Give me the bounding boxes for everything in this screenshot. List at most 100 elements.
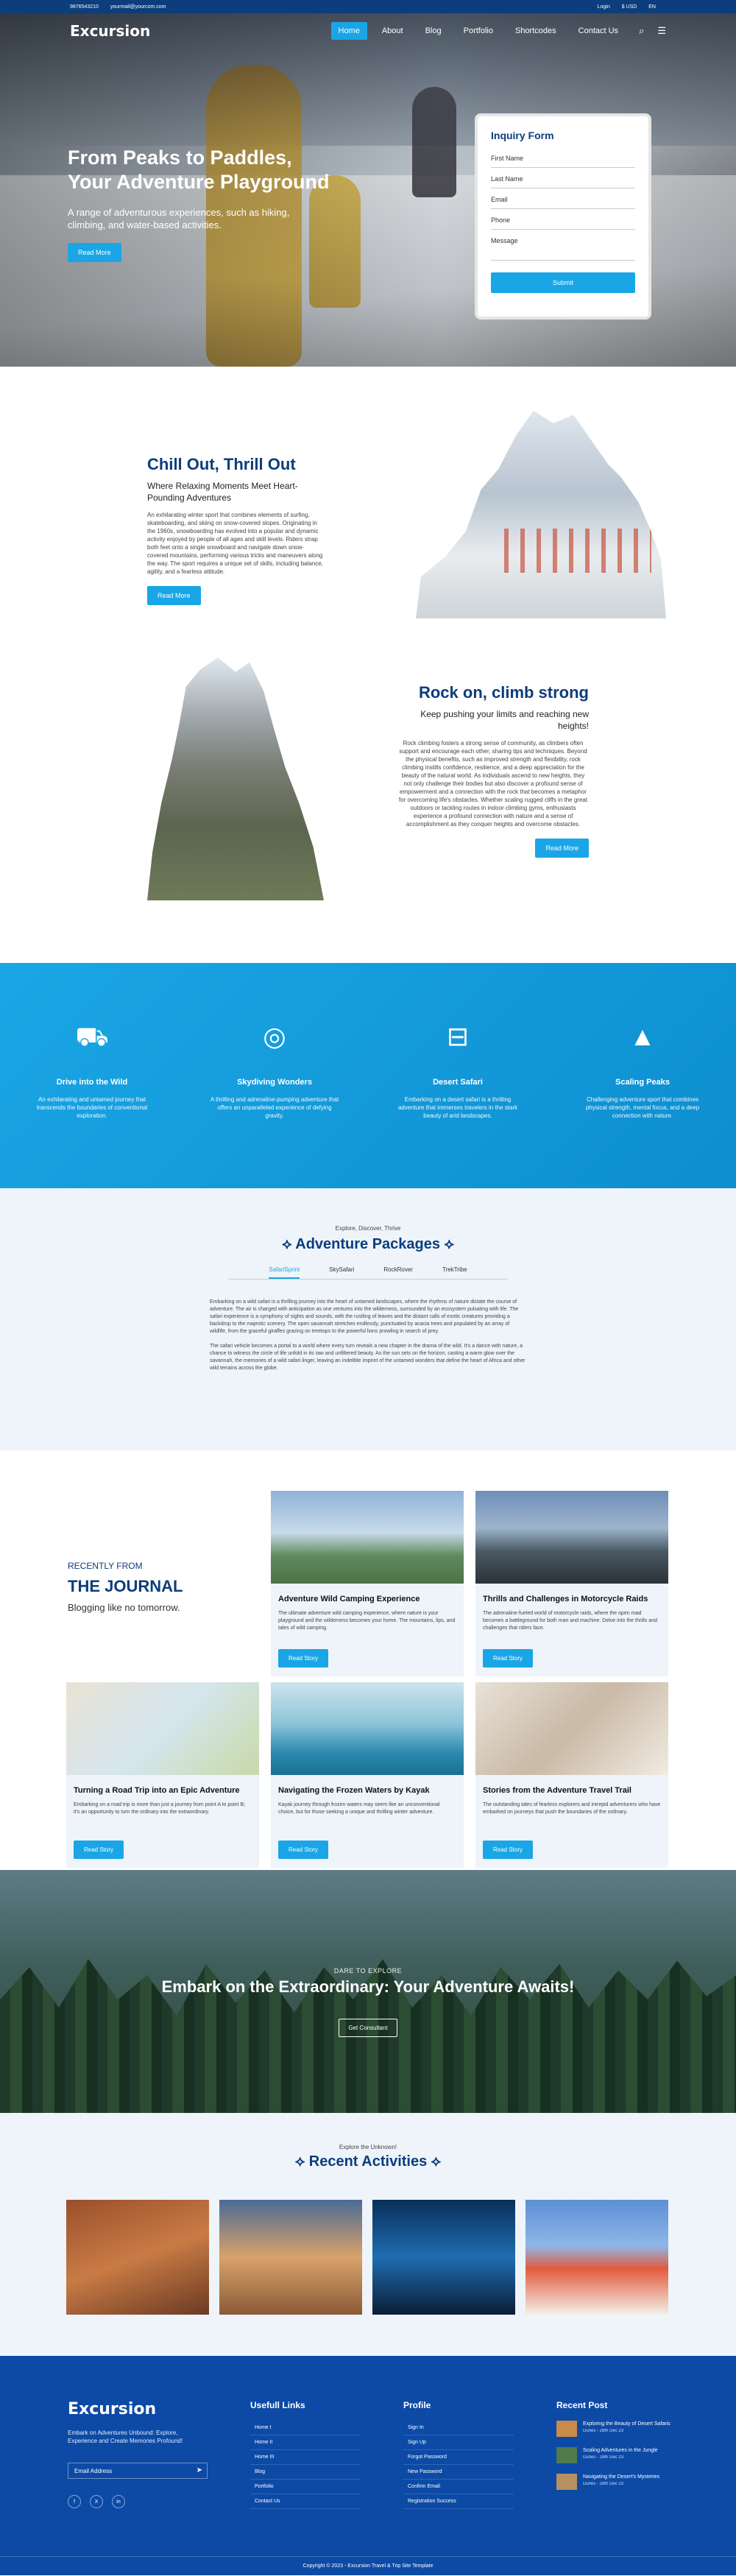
hero-text: A range of adventurous experiences, such… (68, 207, 290, 230)
car-icon: ⊟ (446, 1021, 470, 1051)
footer-about: Embark on Adventures Unbound: Explore, E… (68, 2429, 183, 2444)
footer-link[interactable]: Home III (250, 2450, 361, 2465)
journal: RECENTLY FROM THE JOURNAL Blogging like … (0, 1450, 736, 1870)
feature-drive: ⛟ Drive into the Wild An exhilarating an… (26, 1022, 158, 1120)
footer-link[interactable]: Portfolio (250, 2480, 361, 2494)
journal-card: Turning a Road Trip into an Epic Adventu… (66, 1682, 259, 1868)
tab-rockrover[interactable]: RockRover (383, 1266, 413, 1279)
recent-post[interactable]: Navigating the Desert's Mysteries Dunes -… (556, 2474, 674, 2490)
tab-safarisprint[interactable]: SafariSprint (269, 1266, 300, 1279)
packages-kicker: Explore, Discover, Thrive (335, 1225, 401, 1232)
language-select[interactable]: EN (648, 4, 656, 10)
linkedin-icon[interactable]: in (112, 2495, 125, 2508)
profile-link[interactable]: Registration Success (403, 2494, 514, 2509)
cta-banner: DARE TO EXPLORE Embark on the Extraordin… (0, 1870, 736, 2113)
nav-home[interactable]: Home (330, 22, 367, 40)
road-icon: ⛟ (75, 1021, 109, 1051)
profile-link[interactable]: Confirm Email (403, 2480, 514, 2494)
profile-link[interactable]: Sign In (403, 2421, 514, 2435)
chill-title: Chill Out, Thrill Out (147, 455, 296, 473)
chill-read-more-button[interactable]: Read More (147, 586, 201, 605)
journal-card: Thrills and Challenges in Motorcycle Rai… (475, 1491, 668, 1676)
read-story-button[interactable]: Read Story (483, 1649, 534, 1668)
recent-title: ⟡ Recent Activities ⟡ (295, 2153, 441, 2170)
profile-link[interactable]: Sign Up (403, 2435, 514, 2450)
topbar: 9876543210 yourmail@yourcom.com Login $ … (0, 0, 736, 13)
nav-blog[interactable]: Blog (418, 22, 449, 40)
activity-image[interactable] (219, 2200, 362, 2315)
email-field[interactable]: Email (491, 191, 635, 209)
footer: Excursion Embark on Adventures Unbound: … (0, 2356, 736, 2575)
email-text[interactable]: yourmail@yourcom.com (110, 4, 166, 10)
recent-kicker: Explore the Unknown! (339, 2144, 397, 2150)
read-story-button[interactable]: Read Story (483, 1841, 534, 1859)
footer-logo[interactable]: Excursion (68, 2400, 208, 2418)
first-name-field[interactable]: First Name (491, 150, 635, 168)
footer-link[interactable]: Blog (250, 2465, 361, 2480)
phone-text[interactable]: 9876543210 (70, 4, 99, 10)
nav-contact[interactable]: Contact Us (571, 22, 626, 40)
send-icon[interactable]: ➤ (197, 2466, 202, 2474)
profile-title: Profile (403, 2400, 431, 2410)
message-field[interactable]: Message (491, 233, 635, 261)
nav-about[interactable]: About (375, 22, 411, 40)
newsletter-input[interactable]: Email Address ➤ (68, 2463, 208, 2479)
main-nav: Excursion Home About Blog Portfolio Shor… (0, 13, 736, 49)
footer-link[interactable]: Home II (250, 2435, 361, 2450)
last-name-field[interactable]: Last Name (491, 171, 635, 188)
tab-skysafari[interactable]: SkySafari (329, 1266, 354, 1279)
activity-image[interactable] (372, 2200, 515, 2315)
activity-image[interactable] (66, 2200, 209, 2315)
get-consultant-button[interactable]: Get Consultant (339, 2019, 397, 2037)
journal-tagline: Blogging like no tomorrow. (68, 1602, 180, 1613)
journal-card: Navigating the Frozen Waters by Kayak Ka… (271, 1682, 464, 1868)
tab-trektribe[interactable]: TrekTribe (442, 1266, 467, 1279)
rock-subtitle: Keep pushing your limits and reaching ne… (420, 709, 589, 731)
feature-skydiving: ◎ Skydiving Wonders A thrilling and adre… (208, 1022, 341, 1120)
copyright: Copyright © 2023 - Excursion Travel & Tr… (0, 2556, 736, 2575)
read-story-button[interactable]: Read Story (278, 1649, 329, 1668)
chill-subtitle: Where Relaxing Moments Meet Heart-Poundi… (147, 481, 298, 503)
rock-text: Rock climbing fosters a strong sense of … (398, 740, 588, 828)
read-story-button[interactable]: Read Story (74, 1841, 124, 1859)
facebook-icon[interactable]: f (68, 2495, 81, 2508)
read-story-button[interactable]: Read Story (278, 1841, 329, 1859)
hero-read-more-button[interactable]: Read More (68, 243, 121, 262)
journal-kicker: RECENTLY FROM (68, 1561, 143, 1571)
journal-card: Adventure Wild Camping Experience The ul… (271, 1491, 464, 1676)
footer-link[interactable]: Home I (250, 2421, 361, 2435)
search-icon[interactable]: ⌕ (639, 25, 644, 37)
inquiry-form: Inquiry Form First Name Last Name Email … (475, 113, 651, 320)
hikers-image (416, 411, 666, 618)
cta-title: Embark on the Extraordinary: Your Advent… (161, 1977, 575, 1996)
logo[interactable]: Excursion (70, 22, 150, 40)
x-icon[interactable]: X (90, 2495, 103, 2508)
phone-field[interactable]: Phone (491, 212, 635, 230)
menu-icon[interactable]: ☰ (657, 25, 666, 37)
packages-text-2: The safari vehicle becomes a portal to a… (210, 1344, 526, 1371)
recent-post-title: Recent Post (556, 2400, 608, 2410)
cta-kicker: DARE TO EXPLORE (333, 1967, 403, 1975)
intro-sections: Chill Out, Thrill Out Where Relaxing Mom… (0, 367, 736, 970)
nav-shortcodes[interactable]: Shortcodes (508, 22, 564, 40)
packages-text-1: Embarking on a wild safari is a thrillin… (210, 1299, 519, 1334)
chill-text: An exhilarating winter sport that combin… (147, 512, 323, 575)
mountain-icon: ▲ (629, 1021, 656, 1051)
hero: Excursion Home About Blog Portfolio Shor… (0, 13, 736, 367)
login-link[interactable]: Login (598, 4, 610, 10)
recent-post[interactable]: Exploring the Beauty of Desert Safaris Du… (556, 2421, 674, 2437)
profile-link[interactable]: Forgot Password (403, 2450, 514, 2465)
globe-icon: ◎ (263, 1021, 286, 1051)
nav-portfolio[interactable]: Portfolio (456, 22, 500, 40)
activity-image[interactable] (526, 2200, 668, 2315)
feature-desert: ⊟ Desert Safari Embarking on a desert sa… (392, 1022, 524, 1120)
journal-title: THE JOURNAL (68, 1577, 183, 1595)
rock-read-more-button[interactable]: Read More (535, 839, 589, 858)
recent-post[interactable]: Scaling Adventures in the Jungle Dunes - … (556, 2447, 674, 2463)
climber-image (147, 657, 324, 900)
footer-link[interactable]: Contact Us (250, 2494, 361, 2509)
recent-activities: Explore the Unknown! ⟡ Recent Activities… (0, 2113, 736, 2356)
profile-link[interactable]: New Password (403, 2465, 514, 2480)
currency-select[interactable]: $ USD (622, 4, 637, 10)
submit-button[interactable]: Submit (491, 272, 635, 293)
